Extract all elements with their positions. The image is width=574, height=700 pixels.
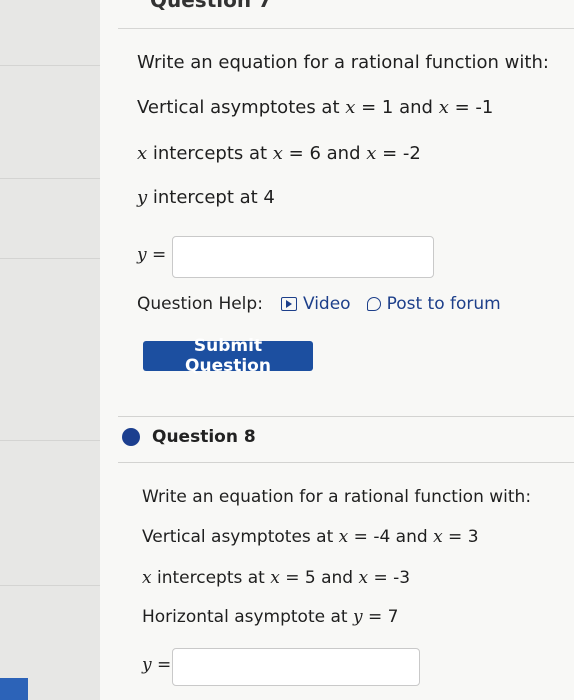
strip-divider: [0, 178, 100, 179]
q7-y-intercept: y intercept at 4: [137, 187, 275, 208]
video-link[interactable]: Video: [280, 294, 351, 314]
question-panel: Question 7 Write an equation for a ratio…: [100, 0, 574, 700]
q8-answer-label: y =: [142, 655, 172, 675]
strip-divider: [0, 585, 100, 586]
question-help-label: Question Help:: [137, 294, 263, 314]
question-status-dot: [122, 428, 140, 446]
question-8-title: Question 8: [152, 427, 256, 447]
divider: [118, 462, 574, 463]
question-7-title: Question 7: [150, 0, 272, 12]
q8-vertical-asymptotes: Vertical asymptotes at x = -4 and x = 3: [142, 527, 479, 547]
post-to-forum-link[interactable]: Post to forum: [366, 294, 501, 314]
chat-bubble-icon: [366, 297, 381, 311]
strip-accent: [0, 678, 28, 700]
strip-divider: [0, 65, 100, 66]
q8-answer-input[interactable]: [172, 648, 420, 686]
video-link-label: Video: [302, 294, 351, 314]
q7-answer-input[interactable]: [172, 236, 434, 278]
post-to-forum-label: Post to forum: [386, 294, 501, 314]
left-strip: [0, 0, 101, 700]
q7-vertical-asymptotes: Vertical asymptotes at x = 1 and x = -1: [137, 97, 494, 118]
q8-horizontal-asymptote: Horizontal asymptote at y = 7: [142, 607, 399, 627]
divider: [118, 416, 574, 417]
q7-x-intercepts: x intercepts at x = 6 and x = -2: [137, 143, 421, 164]
q8-x-intercepts: x intercepts at x = 5 and x = -3: [142, 568, 411, 588]
strip-divider: [0, 440, 100, 441]
video-icon: [280, 297, 297, 311]
q8-prompt: Write an equation for a rational functio…: [142, 487, 532, 507]
divider: [118, 28, 574, 29]
q7-answer-label: y =: [137, 245, 167, 265]
q7-prompt: Write an equation for a rational functio…: [137, 52, 549, 73]
strip-divider: [0, 258, 100, 259]
submit-question-button[interactable]: Submit Question: [143, 336, 313, 376]
question-help: Question Help: Video Post to forum: [137, 294, 517, 314]
